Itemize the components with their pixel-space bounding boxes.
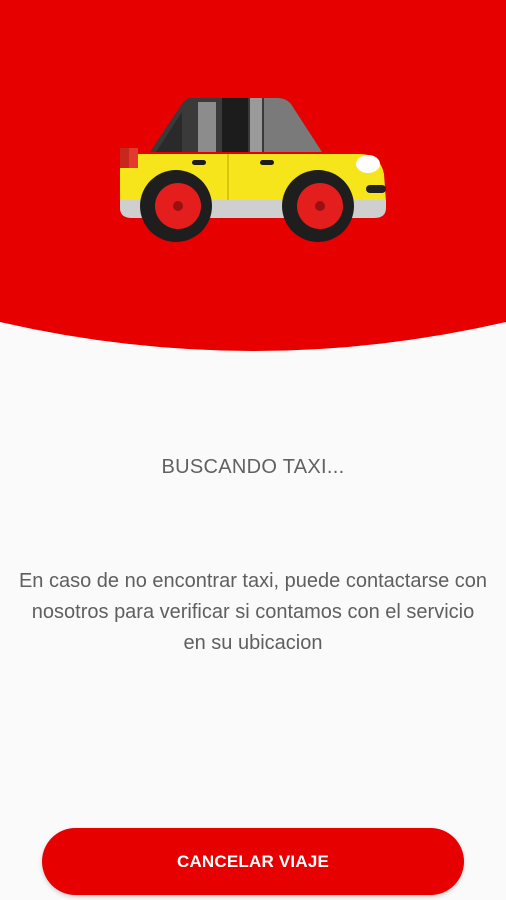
front-wheel: [282, 170, 354, 242]
contact-info-text: En caso de no encontrar taxi, puede cont…: [18, 570, 488, 654]
cancel-trip-button[interactable]: CANCELAR VIAJE: [42, 828, 464, 895]
taxi-car-icon: [120, 98, 386, 242]
rear-wheel: [140, 170, 212, 242]
searching-status-text: BUSCANDO TAXI...: [161, 456, 345, 478]
searching-taxi-screen: BUSCANDO TAXI... En caso de no encontrar…: [0, 0, 506, 900]
